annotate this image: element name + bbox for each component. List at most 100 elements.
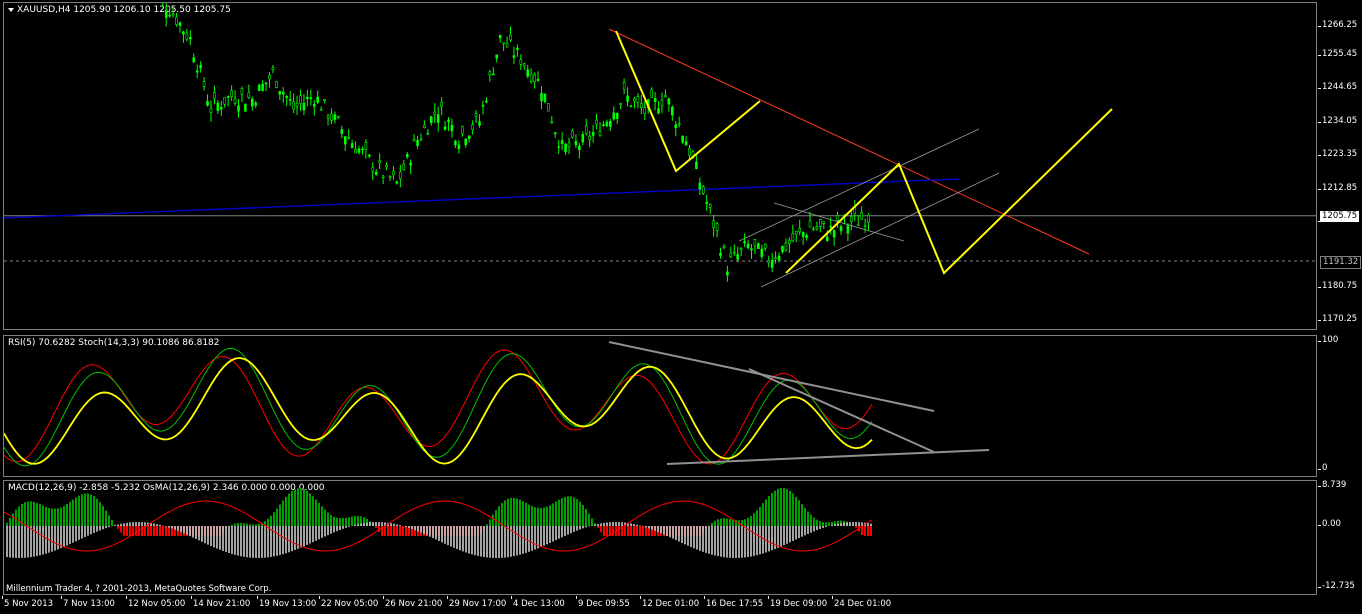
price-candle-body xyxy=(629,105,633,108)
osma-histogram-bar xyxy=(813,526,815,532)
osma-histogram-bar xyxy=(159,524,161,526)
macd-histogram-bar xyxy=(546,506,548,526)
rsi-stoch-canvas[interactable] xyxy=(4,336,1316,476)
osma-histogram-bar xyxy=(738,526,740,558)
osma-histogram-bar xyxy=(36,526,38,557)
macd-histogram-bar xyxy=(84,493,86,526)
osma-histogram-bar xyxy=(426,526,428,536)
macd-histogram-bar xyxy=(750,515,752,526)
osma-histogram-bar xyxy=(195,526,197,539)
macd-histogram-bar xyxy=(579,501,581,526)
osma-histogram-bar xyxy=(477,526,479,556)
macd-histogram-bar xyxy=(387,526,389,536)
macd-scale: 8.739 0.00 -12.735 xyxy=(1317,480,1362,595)
osma-histogram-bar xyxy=(825,526,827,527)
price-candle-body xyxy=(491,73,495,76)
osma-histogram-bar xyxy=(735,526,737,558)
horizontal-line-price-label: 1191.32 xyxy=(1320,256,1362,269)
osma-histogram-bar xyxy=(213,526,215,548)
macd-histogram-bar xyxy=(153,526,155,536)
osma-histogram-bar xyxy=(129,522,131,526)
osma-histogram-bar xyxy=(120,523,122,526)
macd-histogram-bar xyxy=(399,526,401,536)
price-candle-body xyxy=(763,243,767,249)
price-candle-body xyxy=(712,220,715,228)
price-candle-body xyxy=(633,98,636,102)
price-candle-body xyxy=(440,102,443,107)
price-candle-body xyxy=(467,135,471,139)
price-candle-body xyxy=(591,131,595,136)
osma-histogram-bar xyxy=(456,526,458,550)
price-chart-pane[interactable]: XAUUSD,H4 1205.90 1206.10 1205.50 1205.7… xyxy=(3,2,1317,330)
osma-histogram-bar xyxy=(810,526,812,533)
price-chart-canvas[interactable] xyxy=(4,3,1316,329)
osma-histogram-bar xyxy=(177,526,179,531)
time-axis-label: 19 Nov 13:00 xyxy=(256,596,317,609)
price-candle-body xyxy=(584,125,588,134)
macd-histogram-bar xyxy=(732,519,734,526)
price-candle-body xyxy=(567,142,571,148)
price-candle-body xyxy=(850,216,853,222)
price-candle-body xyxy=(791,233,795,242)
macd-histogram-bar xyxy=(318,502,320,526)
price-candle-body xyxy=(753,238,757,247)
rsi-trend-line xyxy=(748,368,935,453)
osma-histogram-bar xyxy=(372,522,374,526)
price-candle-body xyxy=(664,95,667,98)
price-scale[interactable]: 1266.25 1255.45 1244.65 1234.05 1223.35 1212.… xyxy=(1317,2,1362,330)
osma-histogram-bar xyxy=(366,522,368,526)
time-axis-label: 12 Dec 01:00 xyxy=(639,596,700,609)
osma-histogram-bar xyxy=(327,526,329,536)
price-candle-body xyxy=(770,260,774,268)
osma-histogram-bar xyxy=(108,526,110,528)
macd-histogram-bar xyxy=(69,501,71,526)
price-candle-body xyxy=(264,82,268,85)
price-candle-body xyxy=(412,138,416,142)
rsi-stoch-pane[interactable]: RSI(5) 70.6282 Stoch(14,3,3) 90.1086 86.… xyxy=(3,335,1317,477)
price-candle-body xyxy=(182,31,185,35)
osma-histogram-bar xyxy=(672,526,674,539)
macd-histogram-bar xyxy=(108,515,110,526)
price-candle-body xyxy=(739,247,743,250)
macd-histogram-bar xyxy=(855,526,857,528)
osma-histogram-bar xyxy=(576,526,578,531)
macd-histogram-bar xyxy=(90,494,92,526)
macd-canvas[interactable] xyxy=(4,481,1316,594)
osma-histogram-bar xyxy=(231,526,233,554)
osma-histogram-bar xyxy=(72,526,74,543)
price-candle-body xyxy=(319,109,323,111)
macd-histogram-bar xyxy=(624,526,626,536)
macd-histogram-bar xyxy=(66,504,68,526)
price-candle-body xyxy=(512,55,516,58)
osma-histogram-bar xyxy=(9,526,11,558)
macd-histogram-bar xyxy=(570,496,572,526)
osma-histogram-bar xyxy=(453,526,455,548)
osma-histogram-bar xyxy=(408,526,410,528)
macd-histogram-bar xyxy=(501,502,503,526)
time-axis[interactable]: 5 Nov 2013 7 Nov 13:00 12 Nov 05:00 14 Nov … xyxy=(0,596,1318,614)
macd-histogram-bar xyxy=(630,526,632,536)
price-candle-body xyxy=(168,14,171,17)
price-candle-body xyxy=(278,90,282,95)
osma-histogram-bar xyxy=(396,524,398,526)
osma-histogram-bar xyxy=(648,526,650,529)
price-candle-body xyxy=(405,154,409,158)
osma-histogram-bar xyxy=(15,526,17,558)
macd-histogram-bar xyxy=(96,498,98,526)
osma-histogram-bar xyxy=(90,526,92,535)
macd-histogram-bar xyxy=(129,526,131,536)
osma-histogram-bar xyxy=(117,524,119,526)
osma-histogram-bar xyxy=(174,526,176,530)
macd-histogram-bar xyxy=(105,510,107,526)
time-axis-label: 5 Nov 2013 xyxy=(1,596,54,609)
price-candle-body xyxy=(636,96,640,103)
osma-histogram-bar xyxy=(261,526,263,558)
price-candle-body xyxy=(609,120,612,127)
macd-pane[interactable]: MACD(12,26,9) -2.858 -5.232 OsMA(12,26,9… xyxy=(3,480,1317,595)
osma-histogram-bar xyxy=(552,526,554,542)
macd-histogram-bar xyxy=(585,509,587,526)
osma-histogram-bar xyxy=(495,526,497,558)
osma-histogram-bar xyxy=(126,522,128,526)
osma-histogram-bar xyxy=(522,526,524,554)
macd-histogram-bar xyxy=(573,497,575,526)
